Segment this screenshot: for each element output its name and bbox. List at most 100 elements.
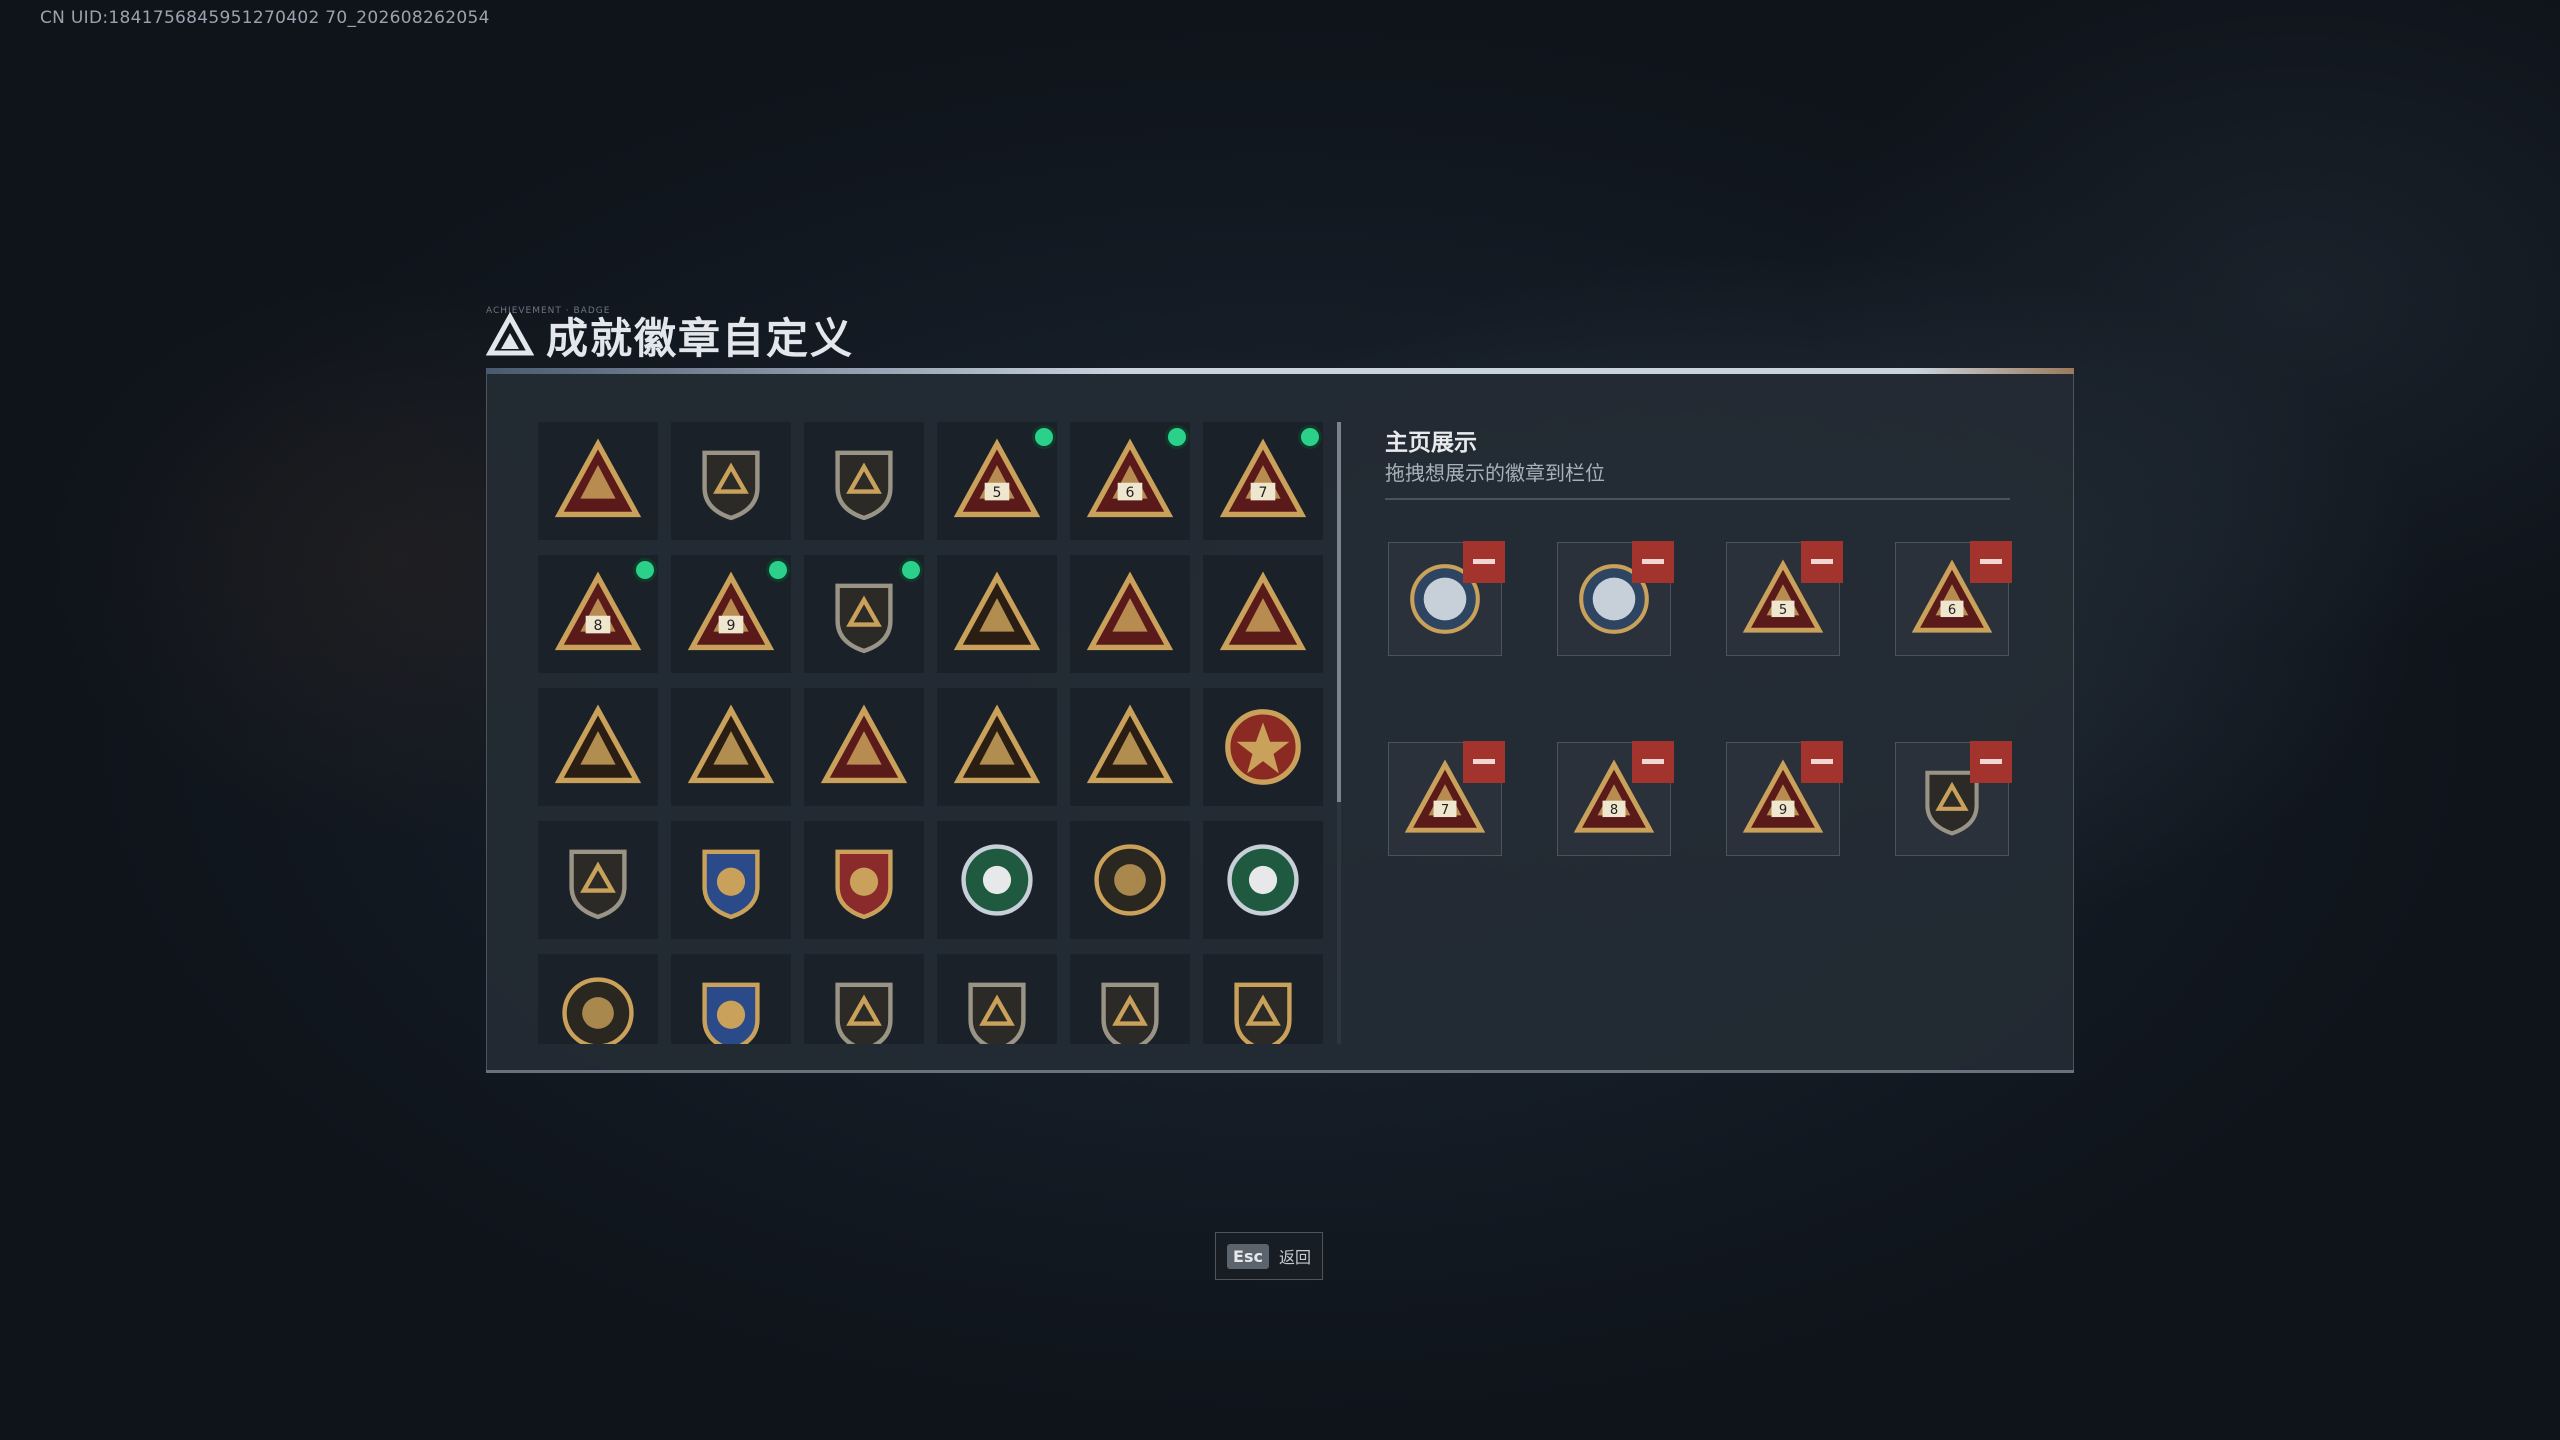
star-triangle-badge-icon [820, 704, 908, 784]
remove-badge-button[interactable] [1801, 541, 1843, 583]
badge-cell[interactable] [1070, 821, 1190, 939]
badge-cell[interactable] [1070, 555, 1190, 673]
bottle-triangle-badge-icon [554, 704, 642, 784]
remove-badge-button[interactable] [1970, 741, 2012, 783]
rifle-shield-badge-icon [835, 982, 893, 1044]
badge-cell[interactable] [538, 821, 658, 939]
showcase-slot[interactable]: 9 [1726, 741, 1843, 856]
badge-cell[interactable] [804, 422, 924, 540]
new-indicator-icon [1168, 428, 1186, 446]
badge-cell[interactable]: 6 [1070, 422, 1190, 540]
rifle-gold-shield-badge-icon [1234, 982, 1292, 1044]
badge-cell[interactable] [671, 688, 791, 806]
svg-text:5: 5 [993, 485, 1002, 501]
esc-key-icon: Esc [1227, 1243, 1269, 1269]
shield-triangle-badge-icon [554, 438, 642, 518]
badge-cell[interactable]: 7 [1203, 422, 1323, 540]
showcase-slot[interactable]: 7 [1388, 741, 1505, 856]
soldier-compass-badge-icon [1094, 844, 1166, 916]
red-star-shield-badge-icon [835, 849, 893, 920]
showcase-slot[interactable]: 8 [1557, 741, 1674, 856]
bird-triangle-badge-icon [1086, 571, 1174, 651]
badge-cell[interactable]: 8 [538, 555, 658, 673]
rifle-shield-badge-3-icon [1101, 982, 1159, 1044]
remove-badge-button[interactable] [1463, 741, 1505, 783]
ammo-triangle-badge-icon [687, 704, 775, 784]
page-header: 成就徽章自定义 [486, 305, 854, 365]
badge-cell[interactable]: 9 [671, 555, 791, 673]
badge-cell[interactable] [1203, 688, 1323, 806]
new-indicator-icon [769, 561, 787, 579]
badge-cell[interactable] [1203, 555, 1323, 673]
badge-cell[interactable] [538, 688, 658, 806]
badge-cell[interactable]: 5 [937, 422, 1057, 540]
s7-triangle-badge-icon: 7 [1219, 438, 1307, 518]
remove-badge-button[interactable] [1801, 741, 1843, 783]
remove-badge-button[interactable] [1970, 541, 2012, 583]
green-eye-badge-icon [1227, 844, 1299, 916]
svg-text:6: 6 [1126, 485, 1135, 501]
svg-text:9: 9 [727, 618, 736, 634]
showcase-slot[interactable] [1895, 741, 2012, 856]
number-one-triangle-badge-icon [1219, 571, 1307, 651]
badge-grid[interactable]: 5 6 7 8 9 [538, 422, 1328, 1044]
s9-robot-triangle-badge-icon: 9 [687, 571, 775, 651]
badge-grid-scrollbar[interactable] [1337, 422, 1341, 1044]
back-label: 返回 [1278, 1248, 1311, 1267]
blue-star-shield-badge-icon [702, 849, 760, 920]
badge-cell[interactable] [1070, 954, 1190, 1044]
crest-shield-badge-icon [569, 849, 627, 920]
remove-badge-button[interactable] [1632, 541, 1674, 583]
badge-cell[interactable] [804, 555, 924, 673]
panel-bottom-line [486, 1070, 2074, 1073]
rifle-shield-badge-2-icon [968, 982, 1026, 1044]
page-title: 成就徽章自定义 [546, 313, 855, 363]
badge-cell[interactable] [804, 954, 924, 1044]
badge-cell[interactable] [1203, 821, 1323, 939]
badge-cell[interactable] [671, 954, 791, 1044]
badge-cell[interactable] [538, 422, 658, 540]
badge-cell[interactable] [937, 555, 1057, 673]
badge-cell[interactable] [804, 821, 924, 939]
svg-text:5: 5 [1779, 603, 1787, 618]
showcase-slot[interactable]: 5 [1726, 541, 1843, 656]
svg-text:8: 8 [1610, 803, 1618, 818]
s6-triangle-badge-icon: 6 [1086, 438, 1174, 518]
badge-cell[interactable] [937, 821, 1057, 939]
showcase-subtitle: 拖拽想展示的徽章到栏位 [1385, 461, 1605, 485]
badge-cell[interactable] [1070, 688, 1190, 806]
bear-round-badge-icon [562, 977, 634, 1044]
svg-text:9: 9 [1779, 803, 1787, 818]
rocket-triangle-badge-icon [1086, 704, 1174, 784]
svg-text:8: 8 [594, 618, 603, 634]
badge-cell[interactable] [937, 688, 1057, 806]
uid-label: CN UID:1841756845951270402 70_2026082620… [40, 8, 490, 28]
skull-star-medal-icon [1225, 709, 1301, 785]
badge-cell[interactable] [1203, 954, 1323, 1044]
s8-triangle-badge-icon: 8 [554, 571, 642, 651]
remove-badge-button[interactable] [1632, 741, 1674, 783]
new-indicator-icon [636, 561, 654, 579]
green-globe-badge-icon [961, 844, 1033, 916]
badge-cell[interactable] [804, 688, 924, 806]
showcase-slot[interactable] [1388, 541, 1505, 656]
back-button[interactable]: Esc 返回 [1215, 1232, 1323, 1280]
delta-logo-icon [486, 311, 534, 356]
diamond-shield-badge-icon [835, 450, 893, 521]
remove-badge-button[interactable] [1463, 541, 1505, 583]
badge-cell[interactable] [937, 954, 1057, 1044]
hand-triangle-badge-icon [953, 571, 1041, 651]
hand-gold-triangle-badge-icon [953, 704, 1041, 784]
showcase-divider [1385, 498, 2010, 500]
scrollbar-thumb[interactable] [1337, 422, 1341, 802]
badge-cell[interactable] [671, 422, 791, 540]
showcase-slot[interactable]: 6 [1895, 541, 2012, 656]
s5-triangle-badge-icon: 5 [953, 438, 1041, 518]
svg-text:7: 7 [1441, 803, 1449, 818]
showcase-title: 主页展示 [1385, 430, 1477, 456]
helicopter-shield-badge-icon [702, 450, 760, 521]
badge-cell[interactable] [671, 821, 791, 939]
svg-text:6: 6 [1948, 603, 1956, 618]
showcase-slot[interactable] [1557, 541, 1674, 656]
badge-cell[interactable] [538, 954, 658, 1044]
